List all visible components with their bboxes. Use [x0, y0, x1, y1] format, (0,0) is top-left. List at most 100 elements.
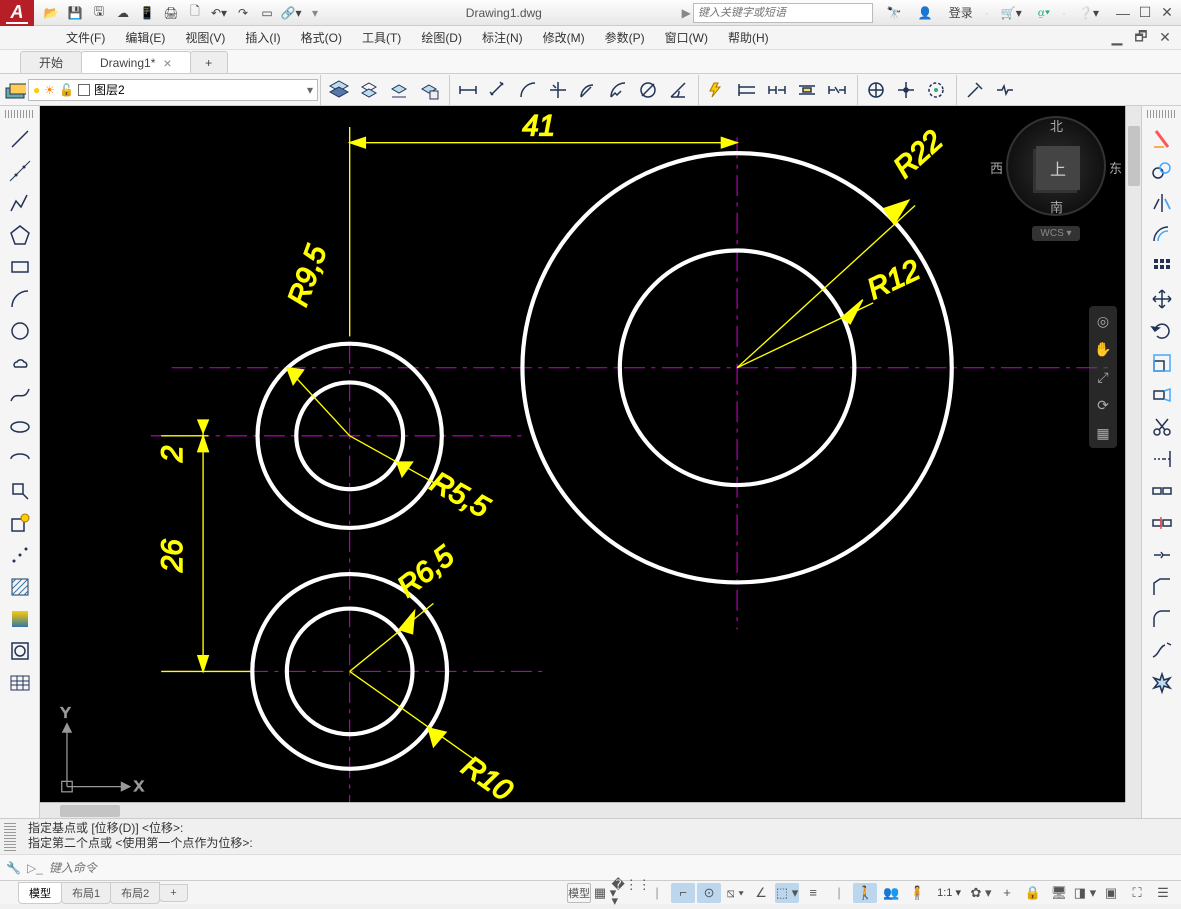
layer-match-icon[interactable] — [355, 76, 383, 104]
menu-dim[interactable]: 标注(N) — [472, 29, 533, 46]
print-icon[interactable]: 🖨 — [160, 2, 182, 24]
extend-icon[interactable] — [1147, 444, 1177, 474]
viewcube-east[interactable]: 东 — [1109, 158, 1122, 177]
toolbar-grip[interactable] — [1147, 110, 1177, 118]
save-icon[interactable]: 💾 — [64, 2, 86, 24]
layers-stack-icon[interactable] — [325, 76, 353, 104]
drawing-canvas[interactable]: 41 R22 R12 R9,5 R5,5 — [40, 106, 1141, 818]
dim-ordinate-icon[interactable] — [544, 76, 572, 104]
open-icon[interactable]: 📂 — [40, 2, 62, 24]
dim-break-icon[interactable] — [823, 76, 851, 104]
ellipse-arc-icon[interactable] — [5, 444, 35, 474]
saveas-icon[interactable]: 🖫 — [88, 2, 110, 24]
doc-restore-button[interactable]: 🗗 — [1131, 30, 1151, 46]
menu-param[interactable]: 参数(P) — [595, 29, 655, 46]
arc-icon[interactable] — [5, 284, 35, 314]
clean-screen-icon[interactable]: ⛶ — [1125, 883, 1149, 903]
rectangle-icon[interactable] — [5, 252, 35, 282]
spline-icon[interactable] — [5, 380, 35, 410]
line-icon[interactable] — [5, 124, 35, 154]
viewcube-top[interactable]: 上 — [1036, 146, 1080, 190]
tab-drawing1[interactable]: Drawing1*× — [81, 51, 191, 73]
lineweight-icon[interactable]: ≡ — [801, 883, 825, 903]
dim-diameter-icon[interactable] — [634, 76, 662, 104]
dim-radius-icon[interactable] — [574, 76, 602, 104]
array-icon[interactable] — [1147, 252, 1177, 282]
search-play-icon[interactable]: ▶ — [682, 6, 691, 20]
chamfer-icon[interactable] — [1147, 572, 1177, 602]
layer-prev-icon[interactable] — [385, 76, 413, 104]
cart-icon[interactable]: 🛒▾ — [997, 6, 1026, 20]
move-icon[interactable] — [1147, 284, 1177, 314]
rotate-icon[interactable] — [1147, 316, 1177, 346]
maximize-button[interactable]: ☐ — [1135, 5, 1155, 21]
viewcube-south[interactable]: 南 — [1050, 197, 1063, 216]
point-icon[interactable] — [5, 540, 35, 570]
scale-label[interactable]: 1:1 ▾ — [931, 886, 967, 899]
gradient-icon[interactable] — [5, 604, 35, 634]
offset-icon[interactable] — [1147, 220, 1177, 250]
revcloud-icon[interactable] — [5, 348, 35, 378]
break-at-point-icon[interactable] — [1147, 476, 1177, 506]
viewcube-north[interactable]: 北 — [1050, 116, 1063, 135]
app-logo[interactable]: A — [0, 0, 34, 26]
layer-props-icon[interactable] — [4, 79, 26, 101]
person2-icon[interactable]: 🧍 — [905, 883, 929, 903]
stretch-icon[interactable] — [1147, 380, 1177, 410]
hatch-icon[interactable] — [5, 572, 35, 602]
person-icon[interactable]: 🚶 — [853, 883, 877, 903]
ortho-icon[interactable]: ⌐ — [671, 883, 695, 903]
layout2-tab[interactable]: 布局2 — [110, 882, 160, 904]
plus-icon[interactable]: + — [995, 883, 1019, 903]
explode-icon[interactable] — [1147, 668, 1177, 698]
dim-jog-line-icon[interactable] — [991, 76, 1019, 104]
insert-block-icon[interactable] — [5, 476, 35, 506]
make-block-icon[interactable] — [5, 508, 35, 538]
break-icon[interactable] — [1147, 508, 1177, 538]
copy-icon[interactable] — [1147, 156, 1177, 186]
people-icon[interactable]: 👥 — [879, 883, 903, 903]
nav-zoom-icon[interactable]: ⤢ — [1092, 366, 1114, 388]
cloud-save-icon[interactable]: ☁ — [112, 2, 134, 24]
nav-pan-icon[interactable]: ✋ — [1092, 338, 1114, 360]
join-icon[interactable] — [1147, 540, 1177, 570]
hscrollbar[interactable] — [40, 802, 1125, 818]
phone-icon[interactable]: 📱 — [136, 2, 158, 24]
monitor-icon[interactable]: 🖥 — [1047, 883, 1071, 903]
erase-icon[interactable] — [1147, 124, 1177, 154]
close-button[interactable]: ✕ — [1157, 5, 1177, 21]
dim-jogged-icon[interactable] — [604, 76, 632, 104]
toolbar-grip[interactable] — [5, 110, 35, 118]
viewcube-west[interactable]: 西 — [990, 158, 1003, 177]
xline-icon[interactable] — [5, 156, 35, 186]
help-icon[interactable]: ❔▾ — [1074, 6, 1103, 20]
layout1-tab[interactable]: 布局1 — [61, 882, 111, 904]
center-mark-icon[interactable] — [892, 76, 920, 104]
vscrollbar[interactable] — [1125, 106, 1141, 802]
dim-angular-icon[interactable] — [664, 76, 692, 104]
chevron-down-icon[interactable]: ▾ — [307, 83, 313, 97]
table-icon[interactable] — [5, 668, 35, 698]
menu-modify[interactable]: 修改(M) — [533, 29, 595, 46]
dim-continue-icon[interactable] — [763, 76, 791, 104]
dim-aligned-icon[interactable] — [484, 76, 512, 104]
login-button[interactable]: 登录 — [945, 4, 977, 21]
circle-icon[interactable] — [5, 316, 35, 346]
doc-minimize-button[interactable]: ▁ — [1107, 30, 1127, 46]
link-icon[interactable]: 🔗▾ — [280, 2, 302, 24]
mirror-icon[interactable] — [1147, 188, 1177, 218]
tab-start[interactable]: 开始 — [20, 51, 82, 73]
polyline-icon[interactable] — [5, 188, 35, 218]
isolate-icon[interactable]: ◨ ▾ — [1073, 883, 1097, 903]
lock-icon[interactable]: 🔒 — [1021, 883, 1045, 903]
customize-icon[interactable]: ☰ — [1151, 883, 1175, 903]
undo-icon[interactable]: ↶▾ — [208, 2, 230, 24]
fillet-icon[interactable] — [1147, 604, 1177, 634]
app-share-icon[interactable]: ⍶▾ — [1034, 5, 1054, 20]
snap-icon[interactable]: �⋮⋮ ▾ — [619, 883, 643, 903]
dim-arc-icon[interactable] — [514, 76, 542, 104]
nav-wheel-icon[interactable]: ◎ — [1092, 310, 1114, 332]
menu-tools[interactable]: 工具(T) — [352, 29, 411, 46]
ellipse-icon[interactable] — [5, 412, 35, 442]
search-input[interactable] — [693, 3, 873, 23]
